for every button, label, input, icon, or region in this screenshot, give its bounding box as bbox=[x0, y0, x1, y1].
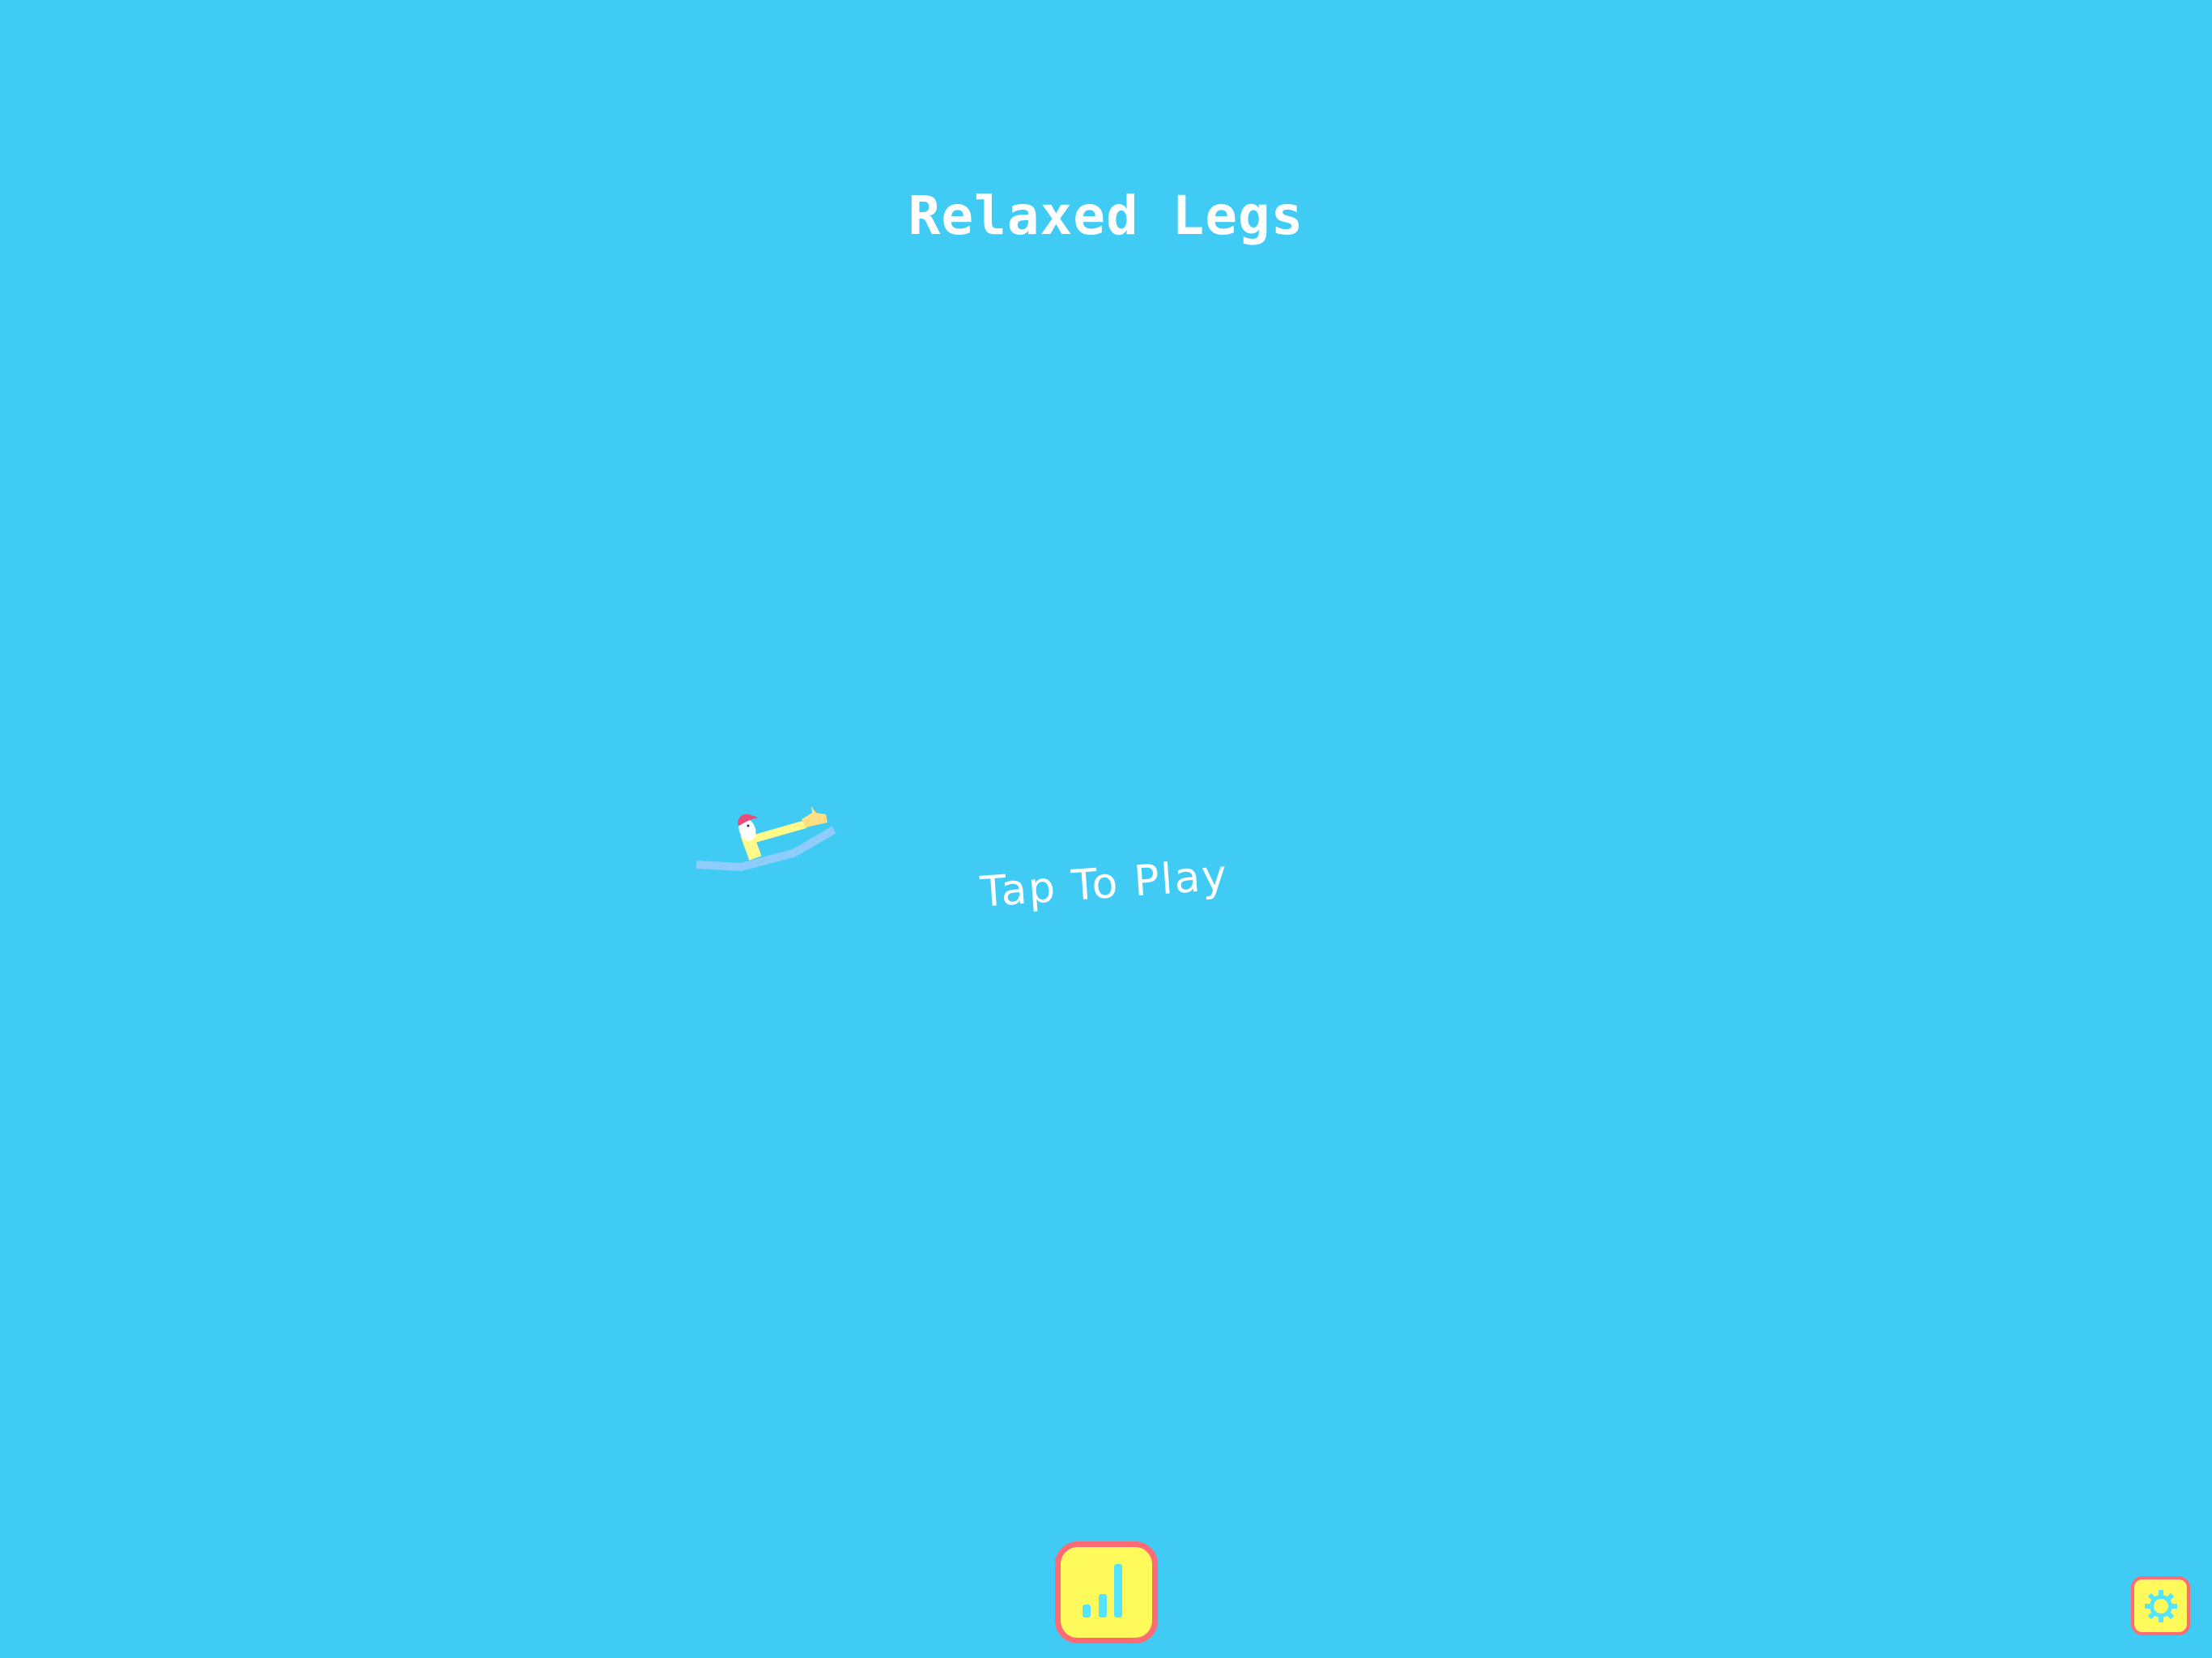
game-title: Relaxed Legs bbox=[908, 185, 1304, 247]
leaderboard-button[interactable] bbox=[1055, 1541, 1158, 1643]
settings-button[interactable] bbox=[2131, 1576, 2190, 1635]
tap-to-play-prompt[interactable]: Tap To Play bbox=[979, 851, 1230, 916]
bar-chart-icon bbox=[1082, 1564, 1122, 1618]
gear-icon bbox=[2144, 1589, 2177, 1622]
character-hand bbox=[802, 806, 827, 827]
ragdoll-character bbox=[696, 806, 836, 872]
character-arm bbox=[753, 820, 807, 843]
